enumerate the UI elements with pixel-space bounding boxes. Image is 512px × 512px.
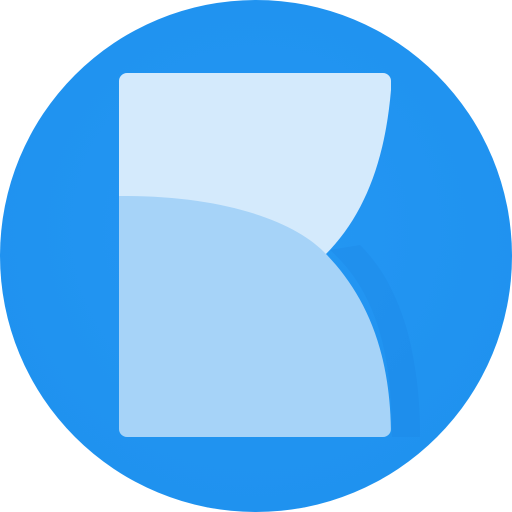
app-logo-icon (0, 0, 512, 512)
app-icon-stage (0, 0, 512, 512)
